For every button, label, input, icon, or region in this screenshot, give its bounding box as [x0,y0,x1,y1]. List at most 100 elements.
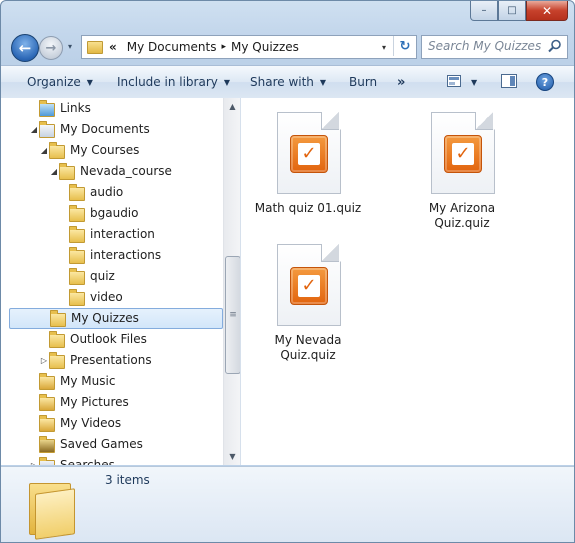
tree-item[interactable]: bgaudio [1,203,223,224]
tree-item[interactable]: ▷ Presentations [1,350,223,371]
pictures-folder-icon [39,394,55,411]
navigation-bar: ← → ▾ « My Documents ▸ My Quizzes ▾ ↻ [1,31,574,63]
tree-item-label: My Music [60,374,116,388]
grip-icon: ≡ [229,310,237,320]
tree-item[interactable]: video [1,287,223,308]
tree-item[interactable]: ◢ My Documents [1,119,223,140]
quiz-file-icon: ✓ [431,112,495,194]
breadcrumb-overflow[interactable]: « [109,40,117,54]
more-commands-icon: » [397,74,406,90]
chevron-down-icon: ▾ [381,42,386,52]
tree-item[interactable]: ◢ My Courses [1,140,223,161]
tree-item-label: interaction [90,227,155,241]
collapse-arrow-icon[interactable]: ◢ [49,166,59,176]
back-button[interactable]: ← [11,34,39,62]
chevron-down-icon: ▼ [86,77,93,87]
tree-item-label: Searches [60,458,115,465]
tree-item[interactable]: quiz [1,266,223,287]
forward-button[interactable]: → [39,36,63,60]
scroll-down-button[interactable]: ▼ [224,448,240,465]
details-pane: 3 items [1,466,574,542]
include-in-library-button[interactable]: Include in library ▼ [117,66,230,98]
burn-button[interactable]: Burn [349,66,377,98]
include-in-library-label: Include in library [117,75,218,89]
minimize-button[interactable]: – [470,1,498,21]
tree-item[interactable]: interaction [1,224,223,245]
file-name: Math quiz 01.quiz [254,201,362,215]
tree-item[interactable]: ◢ Nevada_course [1,161,223,182]
file-name: My Arizona Quiz.quiz [428,201,496,230]
tree-item[interactable]: My Quizzes [9,308,223,329]
expand-arrow-icon[interactable]: ▷ [29,460,39,466]
folder-icon [50,310,66,327]
tree-item[interactable]: My Pictures [1,392,223,413]
item-count: 3 items [105,473,150,487]
file-item[interactable]: ✓ My Nevada Quiz.quiz [248,244,368,363]
folder-icon [59,163,75,180]
navigation-pane-scrollbar[interactable]: ▲ ≡ ▼ [223,98,240,465]
folder-icon [49,142,65,159]
tree-item-label: My Pictures [60,395,129,409]
more-commands-button[interactable]: » [397,66,405,98]
organize-label: Organize [27,75,81,89]
tree-item-label: quiz [90,269,115,283]
navigation-pane: Links ◢ My Documents ◢ My Courses ◢ Nevada_cou… [1,98,241,465]
search-icon[interactable] [548,39,562,53]
quiz-file-icon: ✓ [277,244,341,326]
change-view-button[interactable] [447,75,461,87]
refresh-button[interactable]: ↻ [393,36,416,56]
view-options-dropdown[interactable]: ▼ [471,66,477,98]
breadcrumb-my-documents[interactable]: My Documents [127,40,217,54]
tree-item-label: Nevada_course [80,164,172,178]
share-with-button[interactable]: Share with ▼ [250,66,326,98]
tree-item-label: Saved Games [60,437,143,451]
recent-pages-dropdown[interactable]: ▾ [65,41,75,51]
breadcrumb-separator-icon[interactable]: ▸ [221,42,226,52]
file-name: My Nevada Quiz.quiz [274,333,342,362]
tree-item[interactable]: audio [1,182,223,203]
expand-arrow-icon[interactable]: ▷ [39,355,49,365]
tree-item-label: interactions [90,248,162,262]
address-dropdown-button[interactable]: ▾ [378,36,390,58]
searches-icon [39,457,55,465]
caption-buttons: – □ ✕ [470,1,568,21]
organize-button[interactable]: Organize ▼ [27,66,93,98]
tree-item-label: My Quizzes [71,311,139,325]
saved-games-icon [39,436,55,453]
collapse-arrow-icon[interactable]: ◢ [39,145,49,155]
preview-pane-button[interactable] [501,74,517,88]
folder-icon [49,331,65,348]
tree-item-label: My Courses [70,143,140,157]
close-button[interactable]: ✕ [526,1,568,21]
file-item[interactable]: ✓ Math quiz 01.quiz [248,112,368,216]
quiz-file-icon: ✓ [277,112,341,194]
tree-item[interactable]: Links [1,98,223,119]
tree-item[interactable]: Saved Games [1,434,223,455]
links-folder-icon [39,100,55,117]
folder-icon [29,475,75,540]
command-bar: Organize ▼ Include in library ▼ Share with… [1,65,574,99]
chevron-down-icon: ▾ [67,41,72,51]
folder-icon [69,289,85,306]
maximize-icon: □ [507,4,517,16]
scroll-down-icon: ▼ [229,452,236,461]
collapse-arrow-icon[interactable]: ◢ [29,124,39,134]
search-input[interactable] [422,36,546,56]
help-button[interactable]: ? [536,73,554,91]
file-item[interactable]: ✓ My Arizona Quiz.quiz [402,112,522,231]
scroll-up-icon: ▲ [229,102,236,111]
breadcrumb-my-quizzes[interactable]: My Quizzes [231,40,299,54]
tree-item[interactable]: My Music [1,371,223,392]
tree-item-label: My Videos [60,416,122,430]
tree-item[interactable]: interactions [1,245,223,266]
forward-arrow-icon: → [45,40,57,56]
maximize-button[interactable]: □ [498,1,526,21]
tree-item[interactable]: Outlook Files [1,329,223,350]
scrollbar-thumb[interactable]: ≡ [225,256,240,374]
tree-item[interactable]: My Videos [1,413,223,434]
scroll-up-button[interactable]: ▲ [224,98,240,115]
refresh-icon: ↻ [399,38,411,54]
tree-item-label: Outlook Files [70,332,147,346]
address-bar[interactable]: « My Documents ▸ My Quizzes ▾ ↻ [81,35,417,59]
tree-item[interactable]: ▷ Searches [1,455,223,465]
